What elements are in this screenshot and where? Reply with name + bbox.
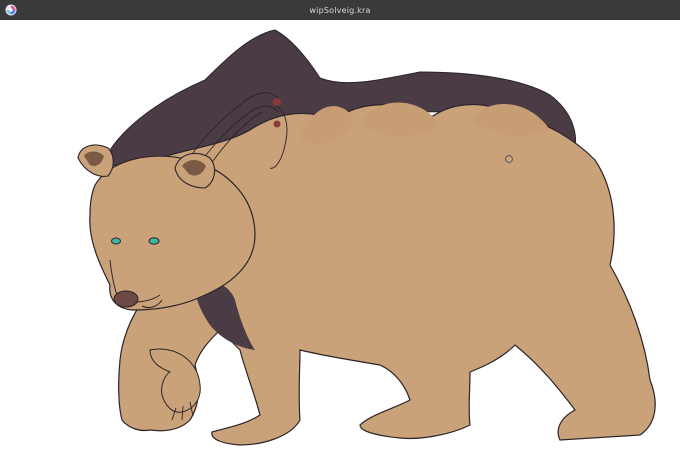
- drawing-canvas[interactable]: [0, 20, 680, 462]
- bear-illustration: [77, 29, 656, 446]
- krita-icon[interactable]: [5, 4, 17, 16]
- right-eye: [148, 237, 160, 245]
- window-title: wipSolveig.kra: [309, 5, 371, 15]
- window-titlebar[interactable]: wipSolveig.kra: [0, 0, 680, 20]
- braid-bead-lower: [273, 120, 281, 128]
- left-eye: [111, 237, 121, 245]
- nose: [113, 290, 139, 308]
- braid-bead-upper: [273, 98, 281, 106]
